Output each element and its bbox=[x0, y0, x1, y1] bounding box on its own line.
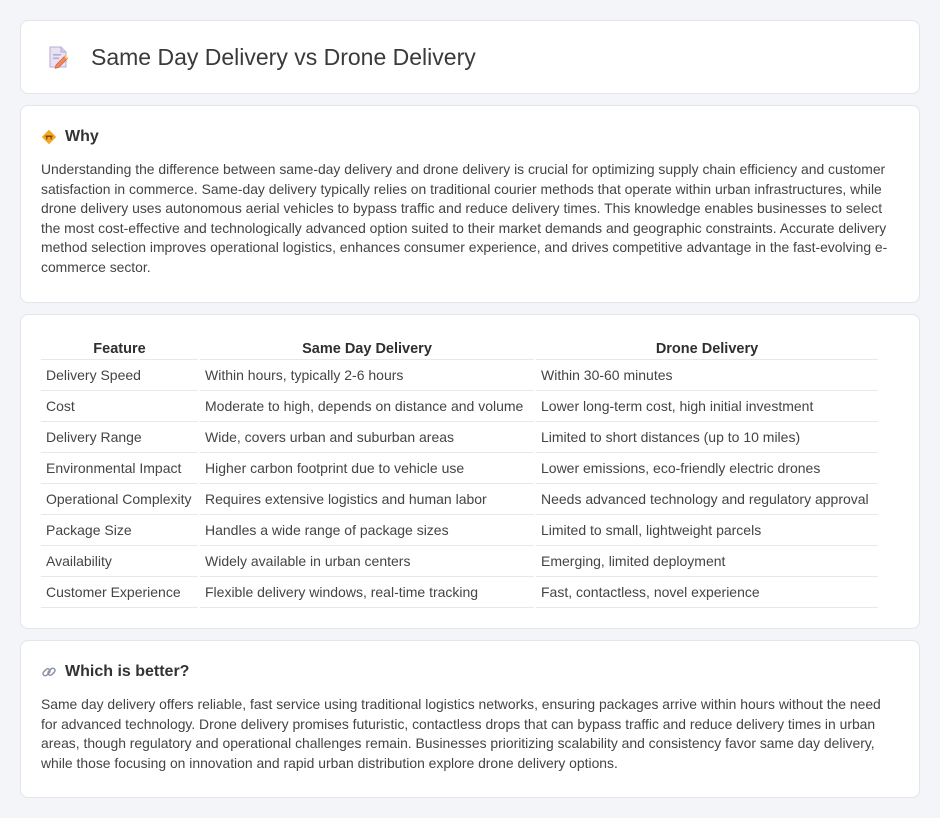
column-header-drone: Drone Delivery bbox=[536, 337, 878, 360]
same-day-cell: Handles a wide range of package sizes bbox=[200, 515, 534, 546]
table-row: Operational Complexity Requires extensiv… bbox=[41, 484, 878, 515]
feature-cell: Environmental Impact bbox=[41, 453, 198, 484]
which-better-text: Same day delivery offers reliable, fast … bbox=[41, 696, 881, 771]
document-edit-icon bbox=[45, 44, 71, 70]
same-day-cell: Widely available in urban centers bbox=[200, 546, 534, 577]
table-row: Availability Widely available in urban c… bbox=[41, 546, 878, 577]
drone-cell: Within 30-60 minutes bbox=[536, 360, 878, 391]
comparison-table: Feature Same Day Delivery Drone Delivery… bbox=[39, 337, 880, 608]
feature-cell: Operational Complexity bbox=[41, 484, 198, 515]
same-day-cell: Higher carbon footprint due to vehicle u… bbox=[200, 453, 534, 484]
page-title: Same Day Delivery vs Drone Delivery bbox=[91, 43, 476, 70]
drone-cell: Limited to short distances (up to 10 mil… bbox=[536, 422, 878, 453]
warning-sign-icon bbox=[41, 129, 57, 145]
drone-cell: Fast, contactless, novel experience bbox=[536, 577, 878, 608]
feature-cell: Cost bbox=[41, 391, 198, 422]
why-text: Understanding the difference between sam… bbox=[41, 161, 888, 275]
header-card: Same Day Delivery vs Drone Delivery bbox=[20, 20, 920, 94]
same-day-cell: Within hours, typically 2-6 hours bbox=[200, 360, 534, 391]
why-title: Why bbox=[65, 128, 99, 145]
table-row: Customer Experience Flexible delivery wi… bbox=[41, 577, 878, 608]
table-row: Delivery Range Wide, covers urban and su… bbox=[41, 422, 878, 453]
same-day-cell: Wide, covers urban and suburban areas bbox=[200, 422, 534, 453]
drone-cell: Lower emissions, eco-friendly electric d… bbox=[536, 453, 878, 484]
table-row: Delivery Speed Within hours, typically 2… bbox=[41, 360, 878, 391]
feature-cell: Delivery Speed bbox=[41, 360, 198, 391]
drone-cell: Lower long-term cost, high initial inves… bbox=[536, 391, 878, 422]
same-day-cell: Flexible delivery windows, real-time tra… bbox=[200, 577, 534, 608]
feature-cell: Delivery Range bbox=[41, 422, 198, 453]
same-day-cell: Requires extensive logistics and human l… bbox=[200, 484, 534, 515]
drone-cell: Limited to small, lightweight parcels bbox=[536, 515, 878, 546]
table-header-row: Feature Same Day Delivery Drone Delivery bbox=[41, 337, 878, 360]
table-row: Cost Moderate to high, depends on distan… bbox=[41, 391, 878, 422]
why-section: Why Understanding the difference between… bbox=[20, 105, 920, 303]
same-day-cell: Moderate to high, depends on distance an… bbox=[200, 391, 534, 422]
table-row: Package Size Handles a wide range of pac… bbox=[41, 515, 878, 546]
drone-cell: Needs advanced technology and regulatory… bbox=[536, 484, 878, 515]
which-better-title: Which is better? bbox=[65, 663, 190, 680]
drone-cell: Emerging, limited deployment bbox=[536, 546, 878, 577]
which-better-section: Which is better? Same day delivery offer… bbox=[20, 640, 920, 798]
table-row: Environmental Impact Higher carbon footp… bbox=[41, 453, 878, 484]
feature-cell: Customer Experience bbox=[41, 577, 198, 608]
comparison-section: Feature Same Day Delivery Drone Delivery… bbox=[20, 314, 920, 629]
column-header-feature: Feature bbox=[41, 337, 198, 360]
feature-cell: Availability bbox=[41, 546, 198, 577]
column-header-same-day: Same Day Delivery bbox=[200, 337, 534, 360]
feature-cell: Package Size bbox=[41, 515, 198, 546]
link-icon bbox=[41, 664, 57, 680]
